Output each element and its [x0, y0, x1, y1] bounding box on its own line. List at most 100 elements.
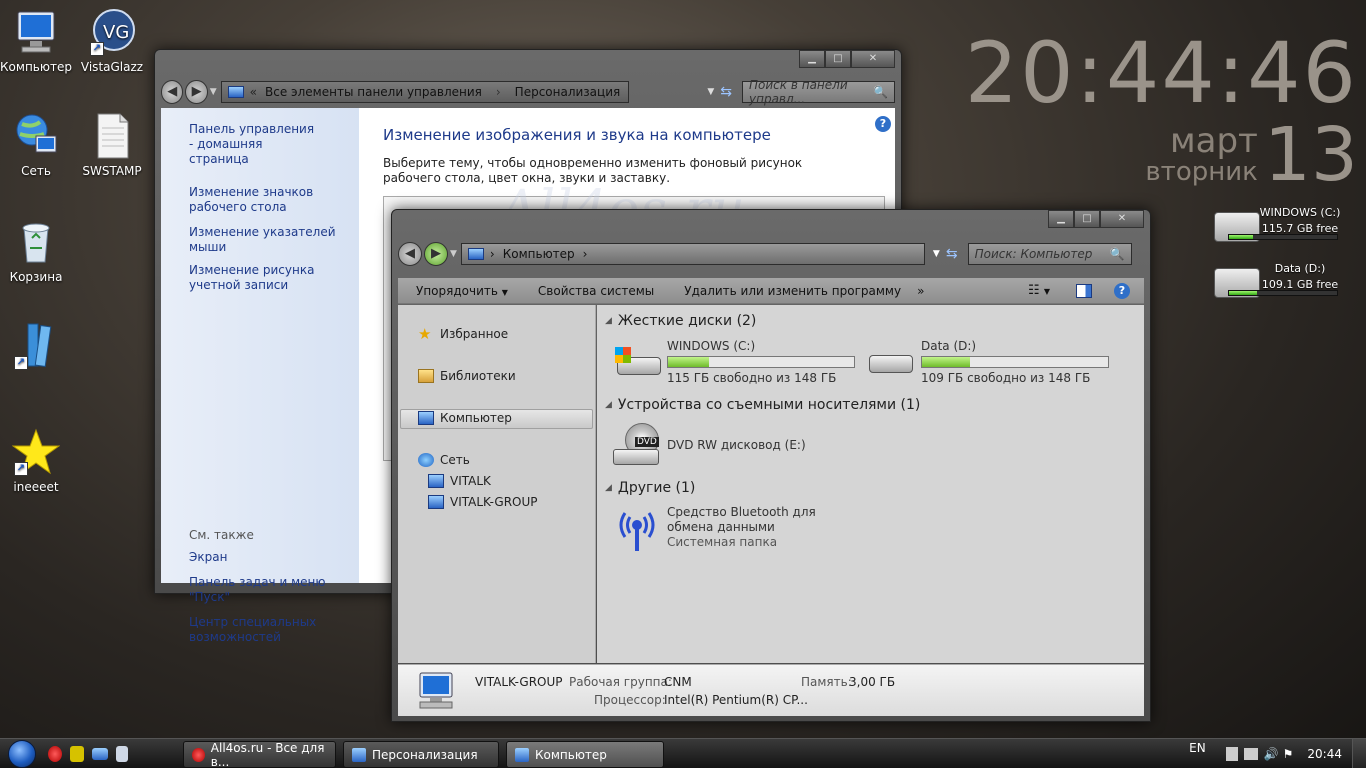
show-desktop-button[interactable]	[1352, 739, 1366, 768]
computer-window[interactable]: ▁ □ ✕ ◀ ▶ ▼ › Компьютер › ▼ ⇆ Поиск: Ком…	[391, 209, 1151, 722]
nav-label: VITALK-GROUP	[450, 495, 538, 509]
view-options-icon[interactable]: ☷ ▼	[1028, 283, 1050, 298]
opera-icon[interactable]	[48, 745, 62, 762]
minimize-button[interactable]: ▁	[799, 50, 825, 68]
desktop-icon-ineeeet[interactable]: ↗ ineeeet	[0, 428, 76, 494]
search-icon: 🔍	[873, 85, 888, 99]
task-computer[interactable]: Компьютер	[506, 741, 664, 768]
sidebar-link-desktop-icons[interactable]: Изменение значков рабочего стола	[189, 185, 359, 215]
breadcrumb-item[interactable]: Все элементы панели управления	[265, 85, 482, 99]
breadcrumb-item[interactable]: Компьютер	[503, 247, 575, 261]
organize-button[interactable]: Упорядочить ▼	[416, 284, 508, 298]
task-opera[interactable]: All4os.ru - Все для в...	[183, 741, 336, 768]
address-bar[interactable]: › Компьютер ›	[460, 243, 925, 265]
sidebar-link-mouse-pointers[interactable]: Изменение указателей мыши	[189, 225, 359, 255]
windows-drive-icon	[613, 339, 661, 379]
sidebar-link-home[interactable]: Панель управления - домашняя страница	[189, 122, 319, 167]
see-also-taskbar[interactable]: Панель задач и меню "Пуск"	[189, 575, 359, 605]
see-also-display[interactable]: Экран	[189, 550, 359, 565]
tray-volume-icon[interactable]: 🔊	[1264, 747, 1279, 761]
desktop-icon-vistaglazz[interactable]: VG ↗ VistaGlazz	[72, 8, 152, 74]
computer-small-icon	[428, 474, 444, 488]
address-dropdown-icon[interactable]: ▼	[707, 87, 714, 97]
utility-icon[interactable]	[70, 745, 84, 762]
minimize-button[interactable]: ▁	[1048, 210, 1074, 228]
system-properties-button[interactable]: Свойства системы	[538, 284, 654, 298]
back-button[interactable]: ◀	[398, 242, 422, 266]
group-header-hard-drives[interactable]: ◢ Жесткие диски (2)	[605, 313, 1145, 329]
desktop-icon-books[interactable]: ↗	[0, 322, 76, 374]
help-icon[interactable]: ?	[875, 116, 891, 132]
desktop-icon-network[interactable]: Сеть	[0, 112, 76, 178]
uninstall-program-button[interactable]: Удалить или изменить программу	[684, 284, 901, 298]
refresh-icon[interactable]: ⇆	[946, 246, 958, 262]
nav-favorites[interactable]: ★ Избранное	[418, 325, 509, 343]
drive-item-c[interactable]: WINDOWS (C:) 115 ГБ свободно из 148 ГБ	[613, 339, 855, 385]
clock-day-of-week: вторник	[1145, 157, 1258, 187]
details-pane: VITALK-GROUP Рабочая группа: CNM Память:…	[398, 664, 1144, 716]
address-bar[interactable]: « Все элементы панели управления › Персо…	[220, 81, 630, 103]
command-bar: Упорядочить ▼ Свойства системы Удалить и…	[398, 278, 1144, 304]
task-label: Персонализация	[372, 747, 478, 762]
more-commands-button[interactable]: »	[917, 284, 924, 298]
desktop-icon-computer[interactable]: Компьютер	[0, 8, 76, 74]
desktop-icon-recycle-bin[interactable]: Корзина	[0, 218, 76, 284]
dvd-drive-item[interactable]: DVD DVD RW дисковод (E:)	[613, 423, 806, 467]
start-button[interactable]	[0, 739, 44, 768]
clock-time: 20:44:46	[964, 24, 1358, 122]
nav-network-vitalk-group[interactable]: VITALK-GROUP	[428, 495, 538, 509]
history-dropdown-icon[interactable]: ▼	[450, 249, 457, 259]
clock-gadget[interactable]: 20:44:46 март вторник 13	[965, 28, 1358, 192]
tray-clock[interactable]: 20:44	[1307, 747, 1342, 761]
refresh-icon[interactable]: ⇆	[720, 84, 732, 100]
group-header-other[interactable]: ◢ Другие (1)	[605, 480, 695, 496]
tray-device-icon[interactable]	[1225, 747, 1238, 761]
drive-gadget-d[interactable]: Data (D:) 109.1 GB free	[1214, 260, 1342, 304]
sidebar-link-account-picture[interactable]: Изменение рисунка учетной записи	[189, 263, 359, 293]
maximize-button[interactable]: □	[1074, 210, 1100, 228]
help-icon[interactable]: ?	[1114, 282, 1130, 299]
group-header-removable[interactable]: ◢ Устройства со съемными носителями (1)	[605, 397, 920, 413]
collapse-arrow-icon: ◢	[605, 316, 612, 326]
address-dropdown-icon[interactable]: ▼	[933, 249, 940, 259]
control-panel-icon	[352, 747, 366, 762]
search-input[interactable]: Поиск: Компьютер 🔍	[967, 243, 1132, 265]
task-personalization[interactable]: Персонализация	[343, 741, 499, 768]
control-panel-sidebar: Панель управления - домашняя страница Из…	[161, 108, 359, 644]
drive-usage-fill	[922, 357, 971, 367]
bluetooth-item[interactable]: Средство Bluetooth для обмена данными Си…	[613, 505, 857, 553]
nav-network-vitalk[interactable]: VITALK	[428, 474, 491, 488]
nav-computer[interactable]: Компьютер	[418, 411, 512, 425]
navigation-bar: ◀ ▶ ▼ « Все элементы панели управления ›…	[161, 78, 895, 106]
network-globe-icon	[12, 112, 60, 160]
forward-button[interactable]: ▶	[185, 80, 208, 104]
tray-network-icon[interactable]	[1243, 748, 1258, 760]
maximize-button[interactable]: □	[825, 50, 851, 68]
drive-usage-bar	[921, 356, 1109, 368]
breadcrumb-item[interactable]: Персонализация	[515, 85, 621, 99]
preview-pane-icon[interactable]	[1076, 283, 1092, 298]
history-dropdown-icon[interactable]: ▼	[210, 87, 217, 97]
network-small-icon	[418, 453, 434, 467]
desktop-icon-swstamp[interactable]: SWSTAMP	[72, 112, 152, 178]
close-button[interactable]: ✕	[1100, 210, 1144, 228]
favorites-star-icon: ★	[418, 325, 432, 343]
show-desktop-icon[interactable]	[92, 747, 108, 760]
nav-network[interactable]: Сеть	[418, 453, 470, 467]
nav-libraries[interactable]: Библиотеки	[418, 369, 516, 383]
drive-item-d[interactable]: Data (D:) 109 ГБ свободно из 148 ГБ	[867, 339, 1109, 385]
back-button[interactable]: ◀	[161, 80, 184, 104]
see-also-accessibility[interactable]: Центр специальных возможностей	[189, 615, 319, 645]
bluetooth-name: Средство Bluetooth для обмена данными	[667, 505, 816, 534]
drive-free-space: 109 ГБ свободно из 148 ГБ	[921, 371, 1091, 385]
tray-flag-icon[interactable]: ⚑	[1283, 747, 1294, 761]
calculator-icon[interactable]	[116, 745, 128, 762]
workgroup-label: Рабочая группа:	[569, 675, 672, 689]
forward-button[interactable]: ▶	[424, 242, 448, 266]
gadget-usage-bar	[1228, 290, 1338, 296]
nav-label: Избранное	[440, 327, 509, 341]
search-input[interactable]: Поиск в панели управл... 🔍	[742, 78, 895, 106]
drive-gadget-c[interactable]: WINDOWS (C:) 115.7 GB free	[1214, 204, 1342, 248]
language-indicator[interactable]: EN	[1189, 741, 1206, 755]
close-button[interactable]: ✕	[851, 50, 895, 68]
